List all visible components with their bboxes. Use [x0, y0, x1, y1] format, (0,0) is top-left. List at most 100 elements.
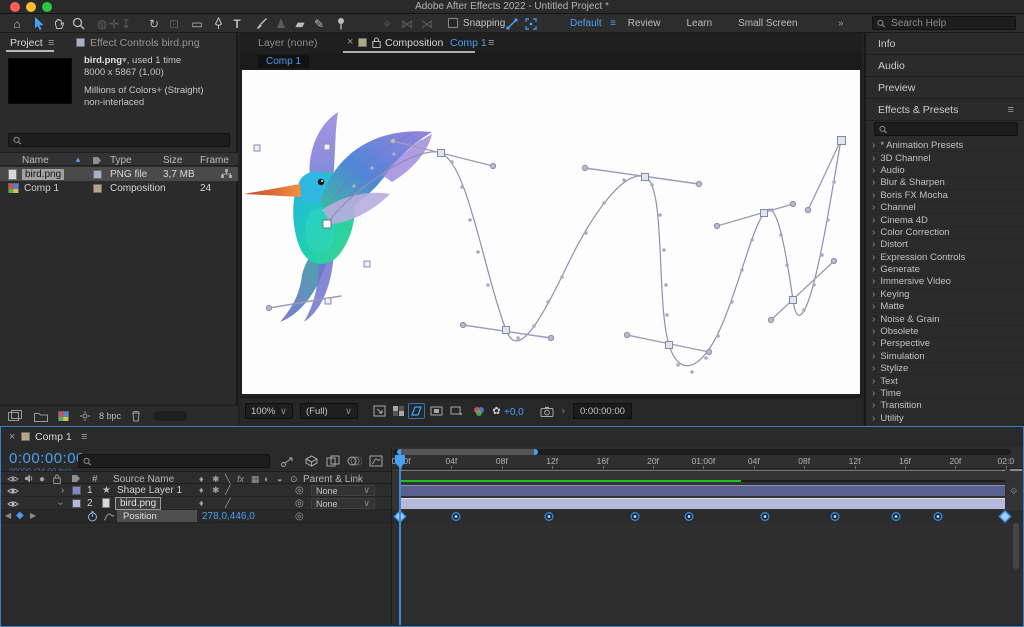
workspace-tab[interactable]: Learn [686, 18, 712, 29]
effects-category[interactable]: › Obsolete [866, 326, 1024, 338]
workspace-tab[interactable]: Default [570, 18, 602, 29]
effects-category[interactable]: › Transition [866, 400, 1024, 412]
effects-category[interactable]: › Expression Controls [866, 252, 1024, 264]
column-name[interactable]: Name [22, 155, 49, 166]
timeline-search-box[interactable] [78, 454, 270, 468]
tab-comp-timeline[interactable]: Comp 1 [35, 431, 72, 443]
viewer-timecode[interactable]: 0:00:00:00 [573, 403, 632, 419]
layer-visibility-eye-icon[interactable] [7, 500, 19, 508]
shy-switch-icon[interactable]: ♦ [199, 474, 204, 484]
next-keyframe-button[interactable]: ▶ [30, 511, 36, 520]
timeline-vertical-scrollbar[interactable] [1013, 523, 1019, 569]
crop-region-icon[interactable] [448, 403, 465, 419]
playhead-line[interactable] [399, 455, 401, 625]
lock-column-icon[interactable] [53, 474, 61, 484]
layer-out-point-handle-icon[interactable]: ⟐ [1010, 486, 1017, 497]
brush-tool[interactable] [252, 14, 270, 33]
effects-category[interactable]: › Color Correction [866, 227, 1024, 239]
selection-tool[interactable] [30, 14, 48, 33]
column-type[interactable]: Type [110, 155, 132, 166]
motion-blur-switch-icon[interactable]: ◐ [264, 474, 269, 484]
world-axis-mode-icon[interactable]: ⋈ [398, 14, 416, 33]
keyframe-toggle-diamond[interactable]: ◆ [16, 510, 24, 521]
project-panel-menu-icon[interactable]: ≡ [48, 37, 54, 49]
close-tab-icon[interactable]: × [9, 431, 15, 443]
close-tab-icon[interactable]: × [347, 36, 353, 48]
search-help-box[interactable] [872, 16, 1016, 30]
layer2-duration-bar[interactable] [399, 498, 1005, 509]
toggle-transparency-icon[interactable] [390, 403, 407, 419]
rotation-tool[interactable]: ↻ [145, 14, 163, 33]
snapshot-camera-icon[interactable] [538, 403, 555, 419]
collapsed-panel-header[interactable]: Preview [866, 77, 1024, 99]
keyframe-track[interactable] [391, 510, 1023, 523]
rectangle-tool[interactable]: ▭ [188, 14, 206, 33]
composition-mini-flowchart-icon[interactable] [279, 453, 297, 469]
effects-search-box[interactable] [874, 122, 1018, 136]
effects-category[interactable]: › Boris FX Mocha [866, 190, 1024, 202]
adjustment-switch-icon[interactable]: ◒ [277, 474, 282, 484]
unified-camera-tool[interactable]: ⊡ [165, 14, 183, 33]
eraser-tool[interactable]: ▰ [291, 14, 309, 33]
empty-track-area[interactable] [391, 523, 1023, 624]
shy-switch[interactable]: ♦ [199, 485, 204, 495]
effects-switch-icon[interactable]: fx [237, 474, 244, 484]
show-snapshot-icon[interactable]: ◗ [555, 403, 572, 419]
home-tool[interactable]: ⌂ [8, 14, 26, 33]
parent-dropdown[interactable]: None∨ [311, 498, 375, 509]
interpret-footage-icon[interactable] [8, 410, 24, 422]
effects-category[interactable]: › Blur & Sharpen [866, 177, 1024, 189]
effects-category[interactable]: › Time [866, 388, 1024, 400]
keyframe-diamond[interactable] [999, 511, 1010, 522]
position-value[interactable]: 278,0,446,0 [202, 511, 255, 522]
stopwatch-icon[interactable] [87, 511, 98, 522]
layer-visibility-eye-icon[interactable] [7, 487, 19, 495]
label-color-swatch[interactable] [93, 170, 102, 179]
row-name[interactable]: Comp 1 [24, 183, 59, 194]
shy-switch[interactable]: ♦ [199, 498, 204, 508]
path-keyframes[interactable] [438, 137, 846, 349]
layer1-duration-bar[interactable] [399, 485, 1005, 496]
show-channel-icon[interactable] [470, 403, 487, 419]
dolly-camera-tool[interactable]: ↧ [117, 14, 135, 33]
parent-dropdown[interactable]: None∨ [311, 485, 375, 496]
lock-icon[interactable] [372, 37, 381, 48]
layer1-track[interactable] [391, 484, 1023, 497]
position-property-row[interactable]: ◀ ◆ ▶ Position 278,0,446,0 ◎ [1, 510, 391, 523]
workspace-menu-icon[interactable]: ≡ [610, 18, 616, 29]
motion-blur-icon[interactable] [345, 453, 363, 469]
video-column-eye-icon[interactable] [7, 475, 19, 483]
previous-keyframe-button[interactable]: ◀ [5, 511, 11, 520]
current-timecode[interactable]: 0:00:00:00 [9, 450, 85, 467]
local-axis-mode-icon[interactable]: ⟡ [378, 14, 396, 33]
new-folder-icon[interactable] [34, 411, 48, 422]
effects-category[interactable]: › Matte [866, 301, 1024, 313]
exposure-icon[interactable]: ✿ [488, 403, 505, 419]
tab-project[interactable]: Project [10, 37, 43, 49]
zoom-tool[interactable] [69, 14, 87, 33]
new-composition-icon[interactable] [58, 411, 69, 421]
trash-icon[interactable] [131, 410, 141, 422]
footage-filename[interactable]: bird.png [84, 55, 122, 66]
graph-editor-icon[interactable] [367, 453, 385, 469]
effects-category[interactable]: › Text [866, 375, 1024, 387]
timeline-search-input[interactable] [95, 455, 265, 468]
pen-tool[interactable] [209, 14, 227, 33]
collapsed-panel-header[interactable]: Info [866, 33, 1024, 55]
table-row-bird[interactable]: bird.png PNG file 3,7 MB [0, 167, 238, 181]
resolution-dropdown[interactable]: (Full)∨ [300, 403, 358, 419]
label-color-swatch[interactable] [93, 184, 102, 193]
quality-switch[interactable]: ╱ [225, 485, 230, 496]
effects-category[interactable]: › Perspective [866, 338, 1024, 350]
time-ruler[interactable]: 0:00f04f08f12f16f20f01:00f04f08f12f16f20… [391, 447, 1023, 469]
layer-row-bird[interactable]: › 2 bird.png ♦ ╱ ◎ None∨ [1, 497, 391, 510]
frame-blending-icon[interactable] [324, 453, 342, 469]
breadcrumb-comp[interactable]: Comp 1 [258, 55, 309, 68]
property-pickwhip-icon[interactable]: ◎ [295, 511, 304, 522]
timeline-panel-menu-icon[interactable]: ≡ [81, 431, 87, 443]
draft-3d-icon[interactable] [302, 453, 320, 469]
tab-composition-name[interactable]: Comp 1 [450, 37, 487, 49]
snap-features-icon[interactable] [503, 14, 521, 33]
workspace-overflow-chevrons[interactable]: » [838, 18, 844, 29]
layer-row-shape[interactable]: › 1 ★ Shape Layer 1 ♦ ✱ ╱ ◎ None∨ [1, 484, 391, 497]
